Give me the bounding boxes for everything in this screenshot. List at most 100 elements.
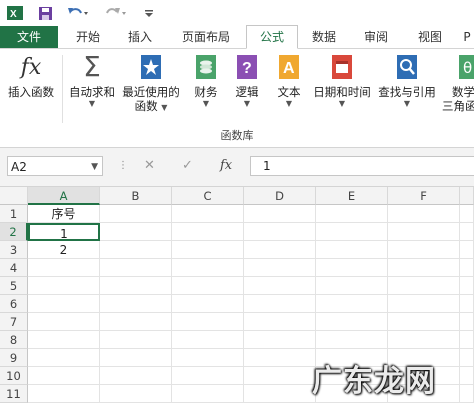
grid-cell[interactable] xyxy=(28,385,100,403)
grid-cell[interactable] xyxy=(388,241,460,259)
financial-button[interactable]: 财务 ▼ xyxy=(186,53,226,109)
math-trig-button[interactable]: θ 数学 三角函 xyxy=(442,53,474,113)
row-header-2[interactable]: 2 xyxy=(0,223,28,241)
grid-cell[interactable] xyxy=(100,259,172,277)
grid-cell[interactable] xyxy=(172,313,244,331)
grid-cell[interactable] xyxy=(460,277,474,295)
redo-icon[interactable] xyxy=(104,4,128,22)
grid-cell[interactable] xyxy=(100,367,172,385)
autosum-button[interactable]: Σ 自动求和 ▼ xyxy=(66,53,118,109)
grid-cell[interactable] xyxy=(244,349,316,367)
grid-cell[interactable] xyxy=(388,205,460,223)
tab-formulas[interactable]: 公式 xyxy=(246,25,298,49)
row-header-1[interactable]: 1 xyxy=(0,205,28,223)
row-header-5[interactable]: 5 xyxy=(0,277,28,295)
row-header-6[interactable]: 6 xyxy=(0,295,28,313)
select-all-corner[interactable] xyxy=(0,187,28,205)
grid-cell[interactable] xyxy=(100,205,172,223)
grid-cell[interactable] xyxy=(100,241,172,259)
grid-cell[interactable] xyxy=(460,205,474,223)
customize-toolbar-icon[interactable] xyxy=(142,4,156,22)
grid-cell[interactable] xyxy=(460,295,474,313)
grid-cell[interactable] xyxy=(388,295,460,313)
grid-cell[interactable] xyxy=(172,259,244,277)
cancel-icon[interactable]: ✕ xyxy=(144,156,155,176)
grid-cell[interactable] xyxy=(172,385,244,403)
grid-cell[interactable] xyxy=(460,331,474,349)
grid-cell[interactable] xyxy=(316,241,388,259)
row-header-9[interactable]: 9 xyxy=(0,349,28,367)
row-header-11[interactable]: 11 xyxy=(0,385,28,403)
grid-cell[interactable] xyxy=(28,295,100,313)
tab-review[interactable]: 审阅 xyxy=(352,26,400,48)
grid-cell[interactable] xyxy=(316,205,388,223)
grid-cell[interactable] xyxy=(244,223,316,241)
tab-more[interactable]: P xyxy=(460,26,474,48)
grid-cell[interactable] xyxy=(172,349,244,367)
grid-cell[interactable] xyxy=(244,385,316,403)
grid-cell[interactable] xyxy=(100,331,172,349)
grid-cell[interactable] xyxy=(244,205,316,223)
tab-view[interactable]: 视图 xyxy=(406,26,454,48)
grid-cell[interactable] xyxy=(172,367,244,385)
cell-a3[interactable]: 2 xyxy=(28,241,100,259)
grid-cell[interactable] xyxy=(388,331,460,349)
grid-cell[interactable] xyxy=(460,259,474,277)
grid-cell[interactable] xyxy=(316,277,388,295)
insert-function-button[interactable]: fx 插入函数 xyxy=(4,53,58,100)
grid-cell[interactable] xyxy=(28,277,100,295)
grid-cell[interactable] xyxy=(316,295,388,313)
grid-cell[interactable] xyxy=(388,313,460,331)
tab-home[interactable]: 开始 xyxy=(64,26,112,48)
grid-cell[interactable] xyxy=(244,367,316,385)
grid-cell[interactable] xyxy=(460,241,474,259)
grid-cell[interactable] xyxy=(100,223,172,241)
row-header-4[interactable]: 4 xyxy=(0,259,28,277)
save-icon[interactable] xyxy=(36,4,54,22)
insert-function-icon[interactable]: fx xyxy=(220,156,232,176)
grid-cell[interactable] xyxy=(460,367,474,385)
name-box[interactable]: A2 ▼ xyxy=(7,156,103,176)
row-header-3[interactable]: 3 xyxy=(0,241,28,259)
cell-a1[interactable]: 序号 xyxy=(28,205,100,223)
grid-cell[interactable] xyxy=(244,313,316,331)
grid-cell[interactable] xyxy=(316,259,388,277)
grid-cell[interactable] xyxy=(316,313,388,331)
tab-page-layout[interactable]: 页面布局 xyxy=(172,26,240,48)
grid-cell[interactable] xyxy=(244,277,316,295)
grid-cell[interactable] xyxy=(100,295,172,313)
grid-cell[interactable] xyxy=(28,259,100,277)
grid-cell[interactable] xyxy=(388,223,460,241)
grid-cell[interactable] xyxy=(172,241,244,259)
drag-handle-icon[interactable]: ⋮ xyxy=(118,160,128,171)
grid-cell[interactable] xyxy=(28,313,100,331)
grid-cell[interactable] xyxy=(460,349,474,367)
grid-cell[interactable] xyxy=(388,277,460,295)
tab-insert[interactable]: 插入 xyxy=(116,26,164,48)
chevron-down-icon[interactable]: ▼ xyxy=(91,157,98,177)
tab-file[interactable]: 文件 xyxy=(0,26,58,48)
enter-icon[interactable]: ✓ xyxy=(182,156,193,176)
text-button[interactable]: A 文本 ▼ xyxy=(270,53,308,109)
grid-cell[interactable] xyxy=(244,331,316,349)
grid-cell[interactable] xyxy=(172,277,244,295)
grid-cell[interactable] xyxy=(244,295,316,313)
recently-used-button[interactable]: 最近使用的 函数 ▼ xyxy=(120,53,182,115)
grid-cell[interactable] xyxy=(100,277,172,295)
column-header-a[interactable]: A xyxy=(28,187,100,205)
row-header-7[interactable]: 7 xyxy=(0,313,28,331)
grid-cell[interactable] xyxy=(172,331,244,349)
formula-input[interactable]: 1 xyxy=(250,156,474,176)
logical-button[interactable]: ? 逻辑 ▼ xyxy=(228,53,266,109)
grid-cell[interactable] xyxy=(460,223,474,241)
column-header-c[interactable]: C xyxy=(172,187,244,205)
grid-cell[interactable] xyxy=(100,385,172,403)
row-header-10[interactable]: 10 xyxy=(0,367,28,385)
grid-cell[interactable] xyxy=(28,349,100,367)
date-time-button[interactable]: 日期和时间 ▼ xyxy=(310,53,374,109)
grid-cell[interactable] xyxy=(460,313,474,331)
column-header-e[interactable]: E xyxy=(316,187,388,205)
column-header-d[interactable]: D xyxy=(244,187,316,205)
grid-cell[interactable] xyxy=(172,295,244,313)
grid-cell[interactable] xyxy=(244,241,316,259)
